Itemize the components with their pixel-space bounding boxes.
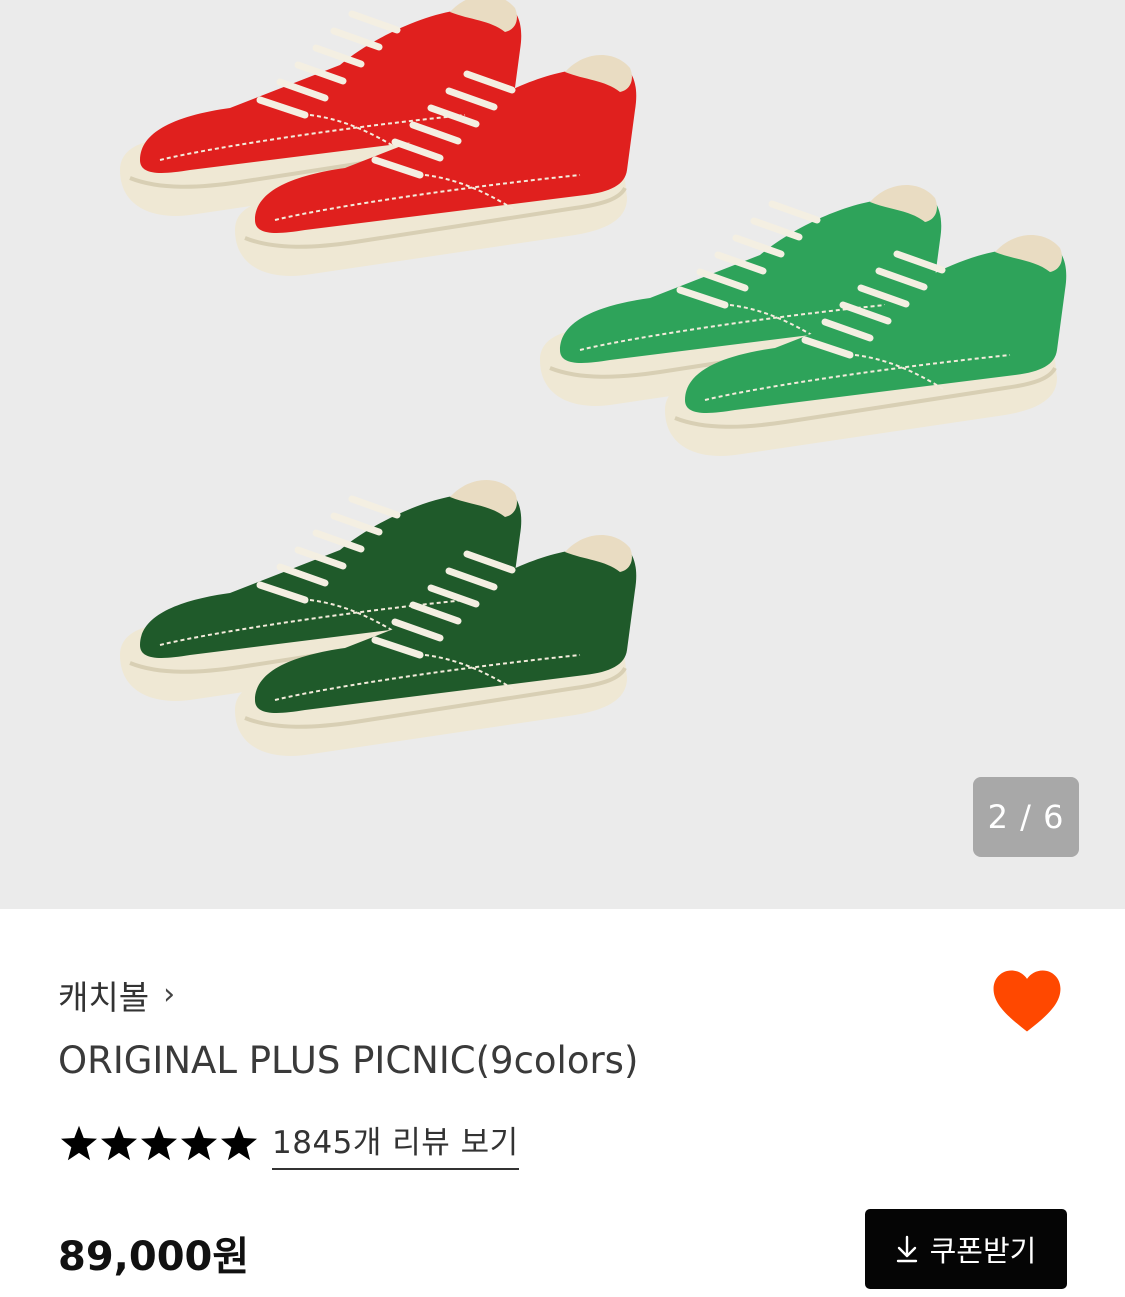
star-icon bbox=[141, 1125, 177, 1161]
download-icon bbox=[896, 1235, 917, 1263]
product-image-gallery[interactable]: 2 / 6 bbox=[0, 0, 1125, 909]
brand-link[interactable]: 캐치볼 › bbox=[58, 975, 176, 1018]
brand-name: 캐치볼 bbox=[58, 978, 150, 1017]
review-link[interactable]: 1845개 리뷰 보기 bbox=[272, 1117, 519, 1170]
star-icon bbox=[61, 1125, 97, 1161]
star-icon bbox=[181, 1125, 217, 1161]
heart-icon bbox=[993, 970, 1061, 1032]
product-price: 89,000원 bbox=[58, 1234, 250, 1280]
star-rating bbox=[60, 1125, 258, 1161]
coupon-download-button[interactable]: 쿠폰받기 bbox=[865, 1209, 1067, 1289]
gallery-page-counter: 2 / 6 bbox=[973, 777, 1079, 857]
star-icon bbox=[221, 1125, 257, 1161]
product-image bbox=[0, 0, 1125, 909]
like-button[interactable] bbox=[990, 964, 1064, 1038]
rating-row: 1845개 리뷰 보기 bbox=[60, 1117, 519, 1170]
chevron-right-icon: › bbox=[163, 976, 176, 1012]
coupon-label: 쿠폰받기 bbox=[929, 1234, 1037, 1268]
star-icon bbox=[101, 1125, 137, 1161]
product-info: 캐치볼 › ORIGINAL PLUS PICNIC(9colors) 1845… bbox=[0, 909, 1125, 1297]
product-title: ORIGINAL PLUS PICNIC(9colors) bbox=[58, 1039, 639, 1082]
